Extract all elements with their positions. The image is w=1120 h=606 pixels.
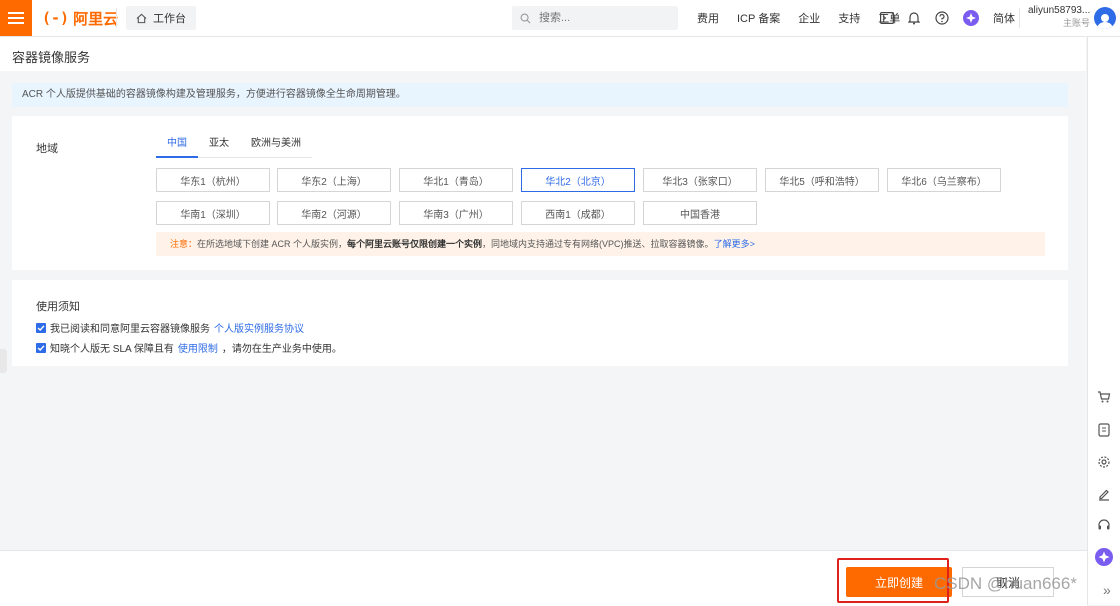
region-option[interactable]: 华南2（河源） [277,201,391,225]
sla-text: 知晓个人版无 SLA 保障且有 [50,344,174,355]
info-notice: ACR 个人版提供基础的容器镜像构建及管理服务，方便进行容器镜像全生命周期管理。 [12,83,1068,107]
gear-icon[interactable] [1096,454,1112,470]
nav-billing[interactable]: 费用 [697,10,719,26]
usage-title: 使用须知 [36,301,80,313]
headset-icon[interactable] [1096,517,1112,533]
top-nav-links: 费用 ICP 备案 企业 支持 工单 [688,0,909,36]
search-box[interactable] [512,6,678,30]
ai-assistant-icon[interactable] [962,9,980,27]
sla-check: 知晓个人版无 SLA 保障且有 使用限制 ，请勿在生产业务中使用。 [36,340,342,355]
watermark: CSDN @huan666* [934,574,1077,593]
aliyun-logo[interactable]: (-) 阿里云 [42,9,119,28]
user-name: aliyun58793... [1028,5,1090,16]
learn-more-link[interactable]: 了解更多> [714,239,755,249]
tab-china[interactable]: 中国 [156,134,198,158]
user-role: 主账号 [1062,18,1090,28]
search-icon [520,13,531,23]
check-icon [37,324,45,331]
logo-text: 阿里云 [73,10,119,28]
region-card: 地域 中国 亚太 欧洲与美洲 华东1（杭州） 华东2（上海） 华北1（青岛） 华… [12,116,1068,270]
workbench-button[interactable]: 工作台 [126,6,196,30]
sla-text: ，请勿在生产业务中使用。 [221,344,342,355]
region-tabs: 中国 亚太 欧洲与美洲 [156,134,312,158]
usage-card: 使用须知 我已阅读和同意阿里云容器镜像服务 个人版实例服务协议 知晓个人版无 SL… [12,280,1068,366]
divider [1019,8,1020,28]
title-bar: 容器镜像服务 [0,37,1086,71]
divider [116,8,117,28]
nav-enterprise[interactable]: 企业 [798,10,820,26]
cart-icon[interactable] [1096,389,1112,405]
document-icon[interactable] [1096,422,1112,438]
warning-prefix: 注意： [170,239,198,249]
region-option[interactable]: 华北3（张家口） [643,168,757,192]
region-option[interactable]: 华北5（呼和浩特） [765,168,879,192]
page-title: 容器镜像服务 [12,50,91,65]
region-option-selected[interactable]: 华北2（北京） [521,168,635,192]
warning-text: 在所选地域下创建 ACR 个人版实例， [197,239,348,249]
right-toolbar [1087,37,1120,605]
region-option[interactable]: 中国香港 [643,201,757,225]
logo-mark: (-) [42,9,70,27]
checkbox-agreement[interactable] [36,322,46,333]
region-warning: 注意：在所选地域下创建 ACR 个人版实例，每个阿里云账号仅限创建一个实例，同地… [156,232,1045,256]
tab-europe-americas[interactable]: 欧洲与美洲 [240,134,312,157]
search-input[interactable] [537,11,661,25]
avatar[interactable] [1094,7,1116,29]
region-option[interactable]: 华北1（青岛） [399,168,513,192]
agreement-text: 我已阅读和同意阿里云容器镜像服务 [50,324,210,335]
region-option[interactable]: 西南1（成都） [521,201,635,225]
region-option[interactable]: 华东2（上海） [277,168,391,192]
region-option[interactable]: 华北6（乌兰察布） [887,168,1001,192]
sidebar-toggle[interactable] [0,349,7,373]
ai-assistant-icon[interactable] [1094,547,1114,567]
top-navigation-bar: (-) 阿里云 工作台 费用 ICP 备案 企业 支持 工单 简体 aliyun… [0,0,1120,37]
checkbox-sla[interactable] [36,342,46,353]
region-label: 地域 [36,143,58,155]
usage-limits-link[interactable]: 使用限制 [178,340,218,355]
help-icon[interactable] [934,10,950,26]
home-icon [136,13,147,23]
warning-text: ，同地域内支持通过专有网络(VPC)推送、拉取容器镜像。 [482,239,714,249]
region-option[interactable]: 华南1（深圳） [156,201,270,225]
terminal-icon[interactable] [879,10,895,26]
footer-bar: 立即创建 取消 [0,550,1087,606]
tab-asia-pacific[interactable]: 亚太 [198,134,240,157]
warning-bold: 每个阿里云账号仅限创建一个实例 [347,239,483,249]
lang-label: 简体 [993,13,1015,25]
lang-switch[interactable]: 简体 [984,0,1024,36]
nav-icp[interactable]: ICP 备案 [737,10,780,26]
service-agreement-link[interactable]: 个人版实例服务协议 [214,320,304,335]
bell-icon[interactable] [906,10,922,26]
region-option[interactable]: 华南3（广州） [399,201,513,225]
check-icon [37,344,45,351]
edit-icon[interactable] [1096,486,1112,502]
nav-support[interactable]: 支持 [838,10,860,26]
region-option[interactable]: 华东1（杭州） [156,168,270,192]
double-chevron-right-icon[interactable]: » [1103,582,1111,598]
menu-icon[interactable] [0,0,32,36]
workbench-label: 工作台 [153,13,186,25]
user-icon [1097,14,1113,29]
user-info[interactable]: aliyun58793... 主账号 [1028,4,1090,30]
main-content: 容器镜像服务 ACR 个人版提供基础的容器镜像构建及管理服务，方便进行容器镜像全… [0,37,1086,550]
agreement-check: 我已阅读和同意阿里云容器镜像服务 个人版实例服务协议 [36,320,304,335]
